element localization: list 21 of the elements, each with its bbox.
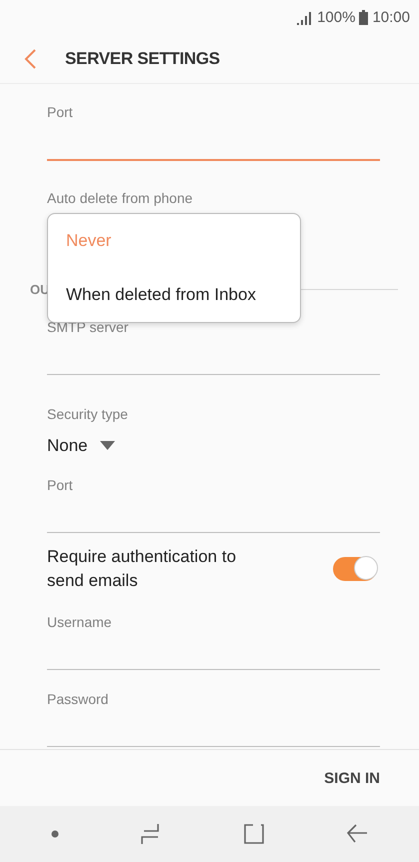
caret-icon: [100, 441, 115, 451]
clock: 10:00: [372, 9, 410, 26]
field-label: Port: [47, 476, 74, 494]
page-title: SERVER SETTINGS: [65, 49, 220, 69]
field-label: Auto delete from phone: [47, 189, 194, 207]
field-label: Security type: [47, 405, 129, 423]
battery-percent: 100%: [317, 9, 356, 26]
switch-label: Require authentication to send emails: [47, 546, 238, 592]
field-label: Username: [47, 613, 113, 631]
toggle-switch[interactable]: [333, 557, 377, 581]
battery-icon: [359, 10, 368, 25]
field-label: Port: [47, 103, 74, 121]
dot-icon: [50, 830, 59, 838]
sign-in-button[interactable]: SIGN IN: [324, 770, 380, 786]
security-type-select[interactable]: None: [47, 436, 115, 456]
field-label: Password: [47, 690, 110, 708]
signal-icon: [297, 10, 314, 24]
home-icon[interactable]: [243, 823, 266, 845]
back-arrow-icon[interactable]: [346, 823, 368, 845]
menu-option[interactable]: When deleted from Inbox: [48, 285, 300, 305]
recents-icon[interactable]: [140, 823, 162, 845]
